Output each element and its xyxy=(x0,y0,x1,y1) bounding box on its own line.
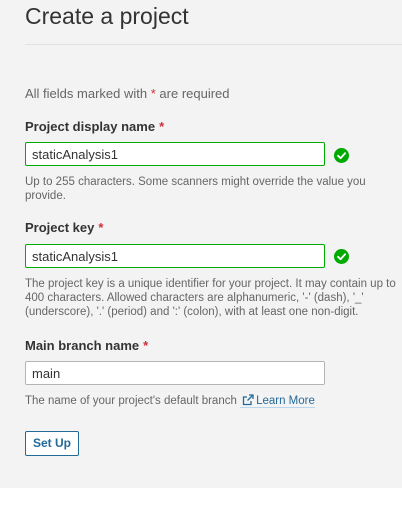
display-name-help: Up to 255 characters. Some scanners migh… xyxy=(25,176,366,202)
main-branch-label: Main branch name * xyxy=(25,338,148,353)
required-star: * xyxy=(143,338,149,353)
main-branch-label-text: Main branch name xyxy=(25,338,140,353)
project-display-name-input[interactable] xyxy=(25,142,325,166)
required-note-prefix: All fields marked with xyxy=(25,86,148,101)
required-fields-note: All fields marked with * are required xyxy=(25,86,230,101)
required-star: * xyxy=(98,220,104,235)
project-key-input[interactable] xyxy=(25,244,325,268)
display-name-label-text: Project display name xyxy=(25,119,156,134)
required-note-suffix: are required xyxy=(159,86,230,101)
learn-more-label: Learn More xyxy=(256,395,315,407)
external-link-icon xyxy=(242,394,254,406)
main-branch-input[interactable] xyxy=(25,361,325,385)
check-circle-icon xyxy=(334,249,349,264)
learn-more-link[interactable]: Learn More xyxy=(240,394,315,408)
set-up-button[interactable]: Set Up xyxy=(25,431,80,456)
project-key-label-text: Project key xyxy=(25,220,95,235)
project-key-label: Project key * xyxy=(25,220,103,235)
required-star: * xyxy=(159,119,165,134)
check-circle-icon xyxy=(334,148,349,163)
page-title: Create a project xyxy=(25,3,189,29)
title-divider xyxy=(25,44,402,45)
project-key-help: The project key is a unique identifier f… xyxy=(25,278,396,318)
display-name-label: Project display name * xyxy=(25,119,164,134)
main-branch-help-text: The name of your project's default branc… xyxy=(25,395,237,407)
main-branch-help: The name of your project's default branc… xyxy=(25,394,315,408)
create-project-panel: Create a project All fields marked with … xyxy=(0,0,402,488)
required-star: * xyxy=(150,86,156,101)
